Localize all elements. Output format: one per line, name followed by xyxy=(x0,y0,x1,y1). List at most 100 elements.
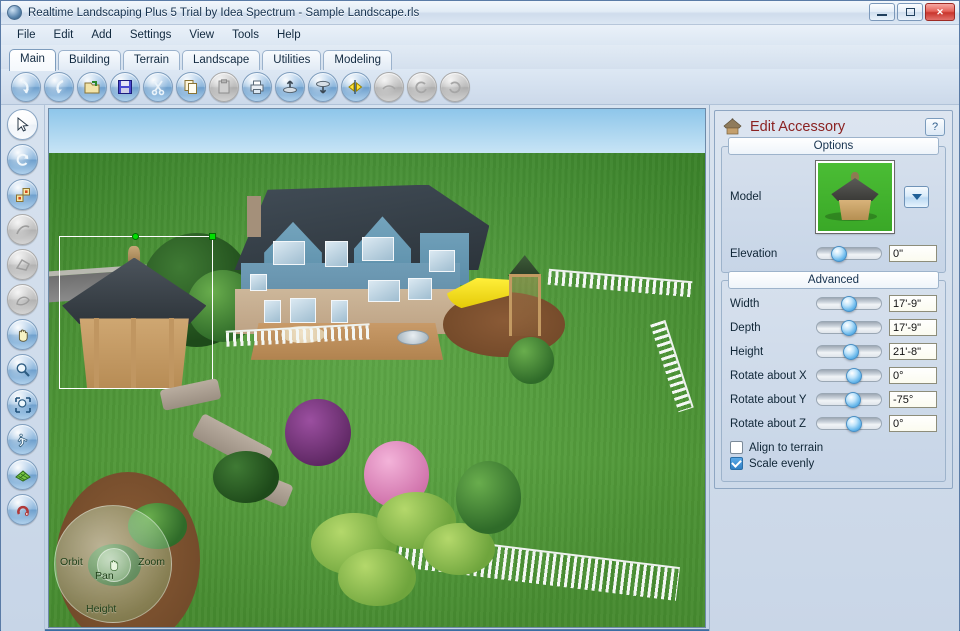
height-value[interactable]: 21'-8" xyxy=(889,343,937,360)
copy-place-tool[interactable] xyxy=(7,179,38,210)
tab-bar: Main Building Terrain Landscape Utilitie… xyxy=(1,45,959,71)
play-tower xyxy=(504,255,546,336)
scale-evenly-label: Scale evenly xyxy=(749,457,815,470)
zoom-magnifier-tool[interactable] xyxy=(7,354,38,385)
menu-item-edit[interactable]: Edit xyxy=(46,27,82,43)
model-dropdown-button[interactable] xyxy=(904,186,929,208)
tab-terrain[interactable]: Terrain xyxy=(122,50,181,70)
height-slider-knob[interactable] xyxy=(842,344,859,360)
mirror-flip-icon[interactable] xyxy=(341,71,371,102)
rotate-z-slider-knob[interactable] xyxy=(846,416,863,432)
height-slider[interactable] xyxy=(816,344,882,360)
zoom-extents-tool[interactable] xyxy=(7,389,38,420)
close-button[interactable]: ✕ xyxy=(925,3,955,21)
walkthrough-tool[interactable] xyxy=(7,424,38,455)
tab-building[interactable]: Building xyxy=(57,50,121,70)
elevation-slider[interactable] xyxy=(816,246,882,262)
depth-value[interactable]: 17'-9" xyxy=(889,319,937,336)
app-globe-icon xyxy=(7,5,22,20)
depth-slider-knob[interactable] xyxy=(841,320,858,336)
tab-landscape[interactable]: Landscape xyxy=(182,50,261,70)
measure-magnet-tool[interactable] xyxy=(7,494,38,525)
nav-pan-label[interactable]: Pan xyxy=(95,570,114,582)
rotate-tool[interactable] xyxy=(7,144,38,175)
align-to-terrain-row[interactable]: Align to terrain xyxy=(730,441,937,454)
menu-item-help[interactable]: Help xyxy=(269,27,309,43)
rotate-y-slider-knob[interactable] xyxy=(844,392,861,408)
cut-scissors-icon[interactable] xyxy=(143,71,173,102)
align-to-terrain-checkbox[interactable] xyxy=(730,441,743,454)
minimize-button[interactable] xyxy=(869,3,895,21)
menu-item-view[interactable]: View xyxy=(181,27,222,43)
menu-item-file[interactable]: File xyxy=(9,27,44,43)
elevation-slider-knob[interactable] xyxy=(831,246,848,262)
align-top-icon[interactable] xyxy=(275,71,305,102)
window xyxy=(362,236,395,262)
grid-terrain-tool[interactable] xyxy=(7,459,38,490)
model-thumbnail[interactable] xyxy=(815,160,895,234)
selection-handle-rotate[interactable] xyxy=(131,232,139,240)
shrub xyxy=(213,450,279,503)
navigation-widget[interactable]: Orbit Zoom Pan Height xyxy=(54,505,172,623)
width-slider[interactable] xyxy=(816,296,882,312)
rotate-y-value[interactable]: -75° xyxy=(889,391,937,408)
tab-modeling[interactable]: Modeling xyxy=(323,50,393,70)
tool-rail xyxy=(1,105,45,631)
print-icon[interactable] xyxy=(242,71,272,102)
selection-bounding-box[interactable] xyxy=(58,232,216,389)
save-floppy-icon[interactable] xyxy=(110,71,140,102)
nav-height-label[interactable]: Height xyxy=(86,603,116,615)
rotate-z-label: Rotate about Z xyxy=(730,417,807,430)
rotate-x-slider-knob[interactable] xyxy=(846,368,863,384)
scale-evenly-row[interactable]: Scale evenly xyxy=(730,457,937,470)
copy-pages-icon[interactable] xyxy=(176,71,206,102)
properties-panel: Edit Accessory ? Options Model Elevation… xyxy=(709,105,959,631)
rotate-z-value[interactable]: 0° xyxy=(889,415,937,432)
advanced-group: Advanced Width 17'-9" Depth 17'-9" Heigh… xyxy=(721,271,946,482)
height-row: Height 21'-8" xyxy=(730,343,937,360)
selection-handle-resize[interactable] xyxy=(208,232,216,240)
menu-item-settings[interactable]: Settings xyxy=(122,27,180,43)
rotate-x-slider[interactable] xyxy=(816,368,882,384)
door xyxy=(330,300,348,323)
elevation-value[interactable]: 0" xyxy=(889,245,937,262)
rotate-x-label: Rotate about X xyxy=(730,369,807,382)
window xyxy=(368,279,400,303)
undo-icon[interactable] xyxy=(11,71,41,102)
scene-viewport[interactable]: Orbit Zoom Pan Height xyxy=(48,108,706,628)
nav-zoom-label[interactable]: Zoom xyxy=(138,556,165,568)
align-to-terrain-label: Align to terrain xyxy=(749,441,824,454)
nav-orbit-label[interactable]: Orbit xyxy=(60,556,83,568)
redo-icon[interactable] xyxy=(44,71,74,102)
hot-tub xyxy=(396,330,429,345)
advanced-caption[interactable]: Advanced xyxy=(728,271,939,289)
scale-evenly-checkbox[interactable] xyxy=(730,457,743,470)
tree xyxy=(455,461,522,534)
maximize-button[interactable] xyxy=(897,3,923,21)
tab-utilities[interactable]: Utilities xyxy=(262,50,322,70)
application-window: Realtime Landscaping Plus 5 Trial by Ide… xyxy=(0,0,960,631)
depth-slider[interactable] xyxy=(816,320,882,336)
tab-main[interactable]: Main xyxy=(9,49,56,71)
viewport-container: Orbit Zoom Pan Height xyxy=(45,105,709,631)
open-folder-icon[interactable] xyxy=(77,71,107,102)
rotate-z-slider[interactable] xyxy=(816,416,882,432)
pan-hand-tool[interactable] xyxy=(7,319,38,350)
play-tower-frame xyxy=(508,274,541,336)
shape-blank-icon xyxy=(374,71,404,102)
main-toolbar xyxy=(1,69,959,105)
align-bottom-icon[interactable] xyxy=(308,71,338,102)
options-caption[interactable]: Options xyxy=(728,137,939,155)
select-arrow-tool[interactable] xyxy=(7,109,38,140)
rotate-x-value[interactable]: 0° xyxy=(889,367,937,384)
menu-item-add[interactable]: Add xyxy=(83,27,119,43)
width-row: Width 17'-9" xyxy=(730,295,937,312)
rotate-y-slider[interactable] xyxy=(816,392,882,408)
help-button[interactable]: ? xyxy=(925,118,945,136)
menu-item-tools[interactable]: Tools xyxy=(224,27,267,43)
window xyxy=(249,274,268,291)
draw-curve-tool xyxy=(7,214,38,245)
width-slider-knob[interactable] xyxy=(841,296,858,312)
width-value[interactable]: 17'-9" xyxy=(889,295,937,312)
playset-model[interactable] xyxy=(442,249,565,357)
